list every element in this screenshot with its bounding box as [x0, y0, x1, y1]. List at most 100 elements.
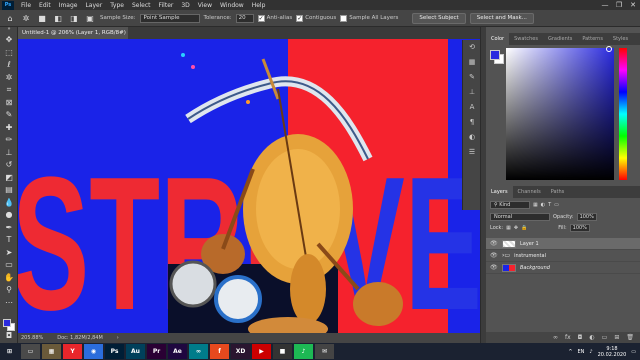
sample-all-layers-checkbox[interactable]: Sample All Layers [340, 14, 398, 22]
tolerance-input[interactable]: 20 [235, 13, 254, 23]
home-icon[interactable]: ⌂ [4, 13, 16, 24]
taskbar-app-icon[interactable]: ✉ [315, 344, 334, 359]
new-layer-icon[interactable]: ⊞ [614, 332, 619, 343]
quick-mask-icon[interactable]: ◘ [0, 330, 18, 343]
menu-edit[interactable]: Edit [35, 2, 55, 9]
adjustment-layer-icon[interactable]: ◐ [589, 332, 594, 343]
speaker-icon[interactable]: ♪ [589, 349, 592, 355]
taskbar-app-icon[interactable]: ▦ [42, 344, 61, 359]
taskbar-app-icon[interactable]: Pr [147, 344, 166, 359]
path-selection-tool-icon[interactable]: ➤ [0, 247, 18, 260]
hue-slider[interactable] [619, 48, 627, 180]
foreground-color-swatch[interactable] [3, 319, 11, 327]
taskbar-app-icon[interactable]: ▶ [252, 344, 271, 359]
add-selection-icon[interactable]: ◧ [52, 13, 64, 24]
taskbar-app-icon[interactable]: Ae [168, 344, 187, 359]
visibility-eye-icon[interactable]: 👁 [490, 264, 498, 271]
lock-pixels-icon[interactable]: ▦ [506, 225, 511, 231]
foreground-swatch[interactable] [490, 50, 500, 60]
tab-channels[interactable]: Channels [513, 186, 546, 198]
link-layers-icon[interactable]: ∞ [553, 332, 558, 343]
tab-color[interactable]: Color [486, 33, 510, 45]
history-brush-tool-icon[interactable]: ↺ [0, 159, 18, 172]
taskbar-app-icon[interactable]: XD [231, 344, 250, 359]
zoom-tool-icon[interactable]: ⚲ [0, 284, 18, 297]
paragraph-panel-icon[interactable]: ¶ [463, 115, 481, 130]
crop-tool-icon[interactable]: ⌗ [0, 84, 18, 97]
select-and-mask-button[interactable]: Select and Mask... [469, 12, 534, 24]
layer-row-instrumental[interactable]: 👁 ›▭ instrumental [486, 250, 640, 262]
color-field[interactable] [506, 46, 614, 180]
canvas-area[interactable]: STRUVE STRUVE [18, 39, 480, 333]
blur-tool-icon[interactable]: 💧 [0, 197, 18, 210]
notifications-icon[interactable]: ▭ [631, 349, 636, 355]
character-panel-icon[interactable]: A [463, 100, 481, 115]
move-tool-icon[interactable]: ✥ [0, 34, 18, 47]
new-group-icon[interactable]: ▭ [602, 332, 608, 343]
lock-position-icon[interactable]: ✥ [514, 225, 518, 231]
more-tools-icon[interactable]: ⋯ [0, 297, 18, 310]
brush-tool-icon[interactable]: ✏ [0, 134, 18, 147]
filter-adjust-icon[interactable]: ◐ [541, 202, 545, 208]
sample-size-select[interactable]: Point Sample [139, 13, 200, 23]
lasso-tool-icon[interactable]: ℓ [0, 59, 18, 72]
taskbar-app-icon[interactable]: ■ [273, 344, 292, 359]
subtract-selection-icon[interactable]: ◨ [68, 13, 80, 24]
magic-wand-icon[interactable]: ✲ [20, 13, 32, 24]
menu-select[interactable]: Select [128, 2, 155, 9]
history-panel-icon[interactable]: ⟲ [463, 40, 481, 55]
fx-icon[interactable]: fx [565, 332, 571, 343]
document-tab[interactable]: Untitled-1 @ 206% (Layer 1, RGB/8#) * [18, 27, 128, 48]
eyedropper-tool-icon[interactable]: ✎ [0, 109, 18, 122]
contiguous-checkbox[interactable]: ✓ Contiguous [296, 14, 336, 22]
collapse-icon[interactable]: » [0, 27, 18, 34]
taskbar-app-icon[interactable]: ∞ [189, 344, 208, 359]
lock-all-icon[interactable]: 🔒 [521, 225, 527, 231]
clone-source-icon[interactable]: ⊥ [463, 85, 481, 100]
add-mask-icon[interactable]: ◘ [578, 332, 583, 343]
clock[interactable]: 9:18 20.02.2020 [598, 346, 627, 358]
select-subject-button[interactable]: Select Subject [412, 12, 466, 24]
anti-alias-checkbox[interactable]: ✓ Anti-alias [257, 14, 292, 22]
minimize-button[interactable]: — [598, 1, 612, 9]
kind-filter-select[interactable]: ⚲ Kind [490, 201, 530, 209]
menu-file[interactable]: File [17, 2, 35, 9]
status-arrow-icon[interactable]: › [117, 335, 119, 341]
layer-row-layer-1[interactable]: 👁 Layer 1 [486, 238, 640, 250]
opacity-input[interactable]: 100% [576, 213, 597, 221]
taskbar-app-icon[interactable]: f [210, 344, 229, 359]
menu-window[interactable]: Window [216, 2, 248, 9]
frame-tool-icon[interactable]: ⊠ [0, 97, 18, 110]
adjustments-panel-icon[interactable]: ◐ [463, 130, 481, 145]
tab-patterns[interactable]: Patterns [577, 33, 608, 45]
close-button[interactable]: ✕ [626, 1, 640, 9]
trash-icon[interactable]: 🗑 [626, 332, 634, 343]
pen-tool-icon[interactable]: ✒ [0, 222, 18, 235]
menu-layer[interactable]: Layer [81, 2, 106, 9]
clone-stamp-tool-icon[interactable]: ⊥ [0, 147, 18, 160]
brush-panel-icon[interactable]: ✎ [463, 70, 481, 85]
visibility-eye-icon[interactable]: 👁 [490, 252, 498, 259]
healing-brush-tool-icon[interactable]: ✚ [0, 122, 18, 135]
taskbar-app-icon[interactable]: Y [63, 344, 82, 359]
filter-pixel-icon[interactable]: ▦ [533, 202, 538, 208]
marquee-tool-icon[interactable]: ⬚ [0, 47, 18, 60]
menu-image[interactable]: Image [55, 2, 82, 9]
menu-filter[interactable]: Filter [155, 2, 178, 9]
language-indicator[interactable]: EN [578, 349, 585, 355]
maximize-button[interactable]: ❐ [612, 1, 626, 9]
hand-tool-icon[interactable]: ✋ [0, 272, 18, 285]
taskbar-app-icon[interactable]: ◉ [84, 344, 103, 359]
menu-help[interactable]: Help [248, 2, 270, 9]
eraser-tool-icon[interactable]: ◩ [0, 172, 18, 185]
visibility-eye-icon[interactable]: 👁 [490, 240, 498, 247]
gradient-tool-icon[interactable]: ▤ [0, 184, 18, 197]
fill-input[interactable]: 100% [569, 224, 590, 232]
menu-3d[interactable]: 3D [177, 2, 193, 9]
properties-panel-icon[interactable]: ▦ [463, 55, 481, 70]
dodge-tool-icon[interactable]: ● [0, 209, 18, 222]
menu-view[interactable]: View [194, 2, 216, 9]
tab-styles[interactable]: Styles [608, 33, 633, 45]
taskbar-app-icon[interactable]: Au [126, 344, 145, 359]
layer-row-background[interactable]: 👁 Background [486, 262, 640, 274]
